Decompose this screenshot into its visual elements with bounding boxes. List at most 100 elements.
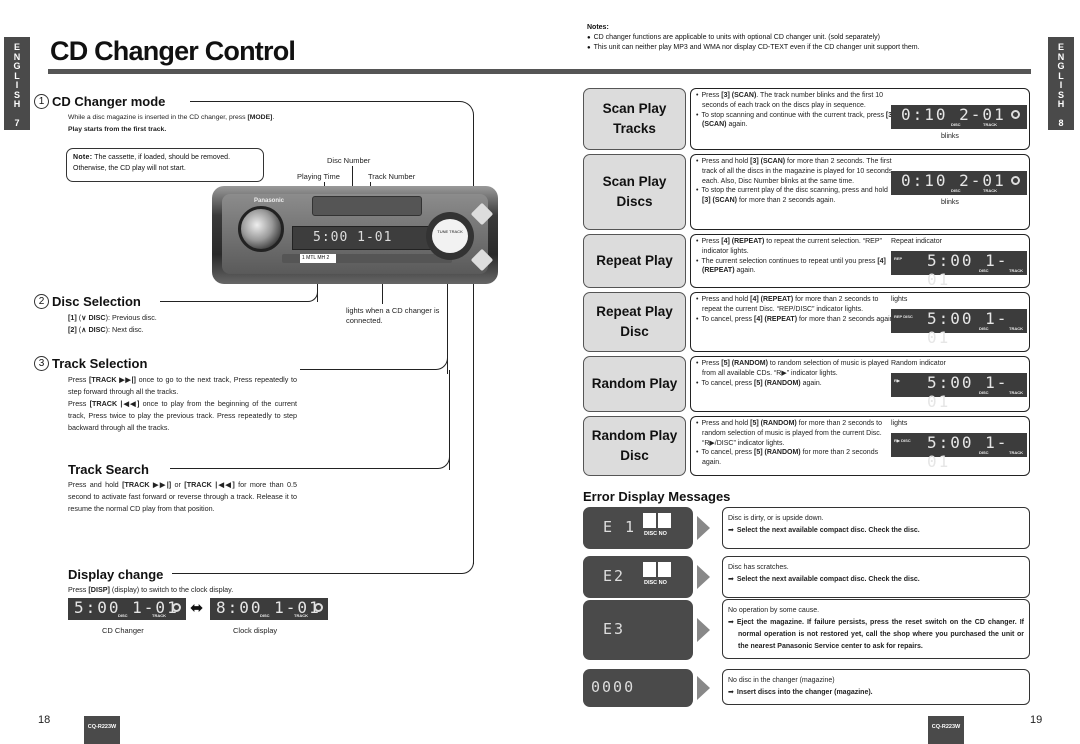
- display-annotation: blinks: [941, 133, 959, 140]
- function-bullets: Press [3] (SCAN). The track number blink…: [696, 91, 896, 130]
- function-lcd: R▶ DISC 5:00 1-01 DISC TRACK: [891, 433, 1027, 471]
- section-heading-track-selection: 3 Track Selection: [34, 356, 147, 371]
- error-description: Disc has scratches. Select the next avai…: [722, 556, 1030, 598]
- error-code: E2: [603, 567, 626, 585]
- arrow-right-icon: [697, 618, 710, 642]
- function-description: Press and hold [4] (REPEAT) for more tha…: [690, 292, 1030, 352]
- function-row: Random Play Press [5] (RANDOM) to random…: [583, 356, 1030, 412]
- error-display: E2 DISC NO: [583, 556, 693, 598]
- function-label: Scan Play Tracks: [583, 88, 686, 150]
- volume-knob: [238, 206, 284, 252]
- function-lcd: R▶ 5:00 1-01 DISC TRACK: [891, 373, 1027, 411]
- clock-display: 8:00 1-01 DISC TRACK: [210, 598, 328, 620]
- error-code: E3: [603, 620, 626, 638]
- section-title: CD Changer mode: [52, 94, 166, 109]
- error-cause: No disc in the changer (magazine): [728, 677, 835, 684]
- error-display: E 1 DISC NO: [583, 507, 693, 549]
- lang-letter: H: [1057, 99, 1065, 109]
- section-number: 1: [34, 94, 49, 109]
- bullet-item: To cancel, press [4] (REPEAT) for more t…: [696, 315, 896, 325]
- page-title: CD Changer Control: [50, 36, 296, 66]
- note-item: This unit can neither play MP3 and WMA n…: [587, 43, 920, 54]
- function-row: Scan Play Tracks Press [3] (SCAN). The t…: [583, 88, 1030, 150]
- disc-digit-box: [643, 513, 656, 528]
- function-bullets: Press and hold [3] (SCAN) for more than …: [696, 157, 896, 206]
- function-label: Scan Play Discs: [583, 154, 686, 230]
- page-number-right: 19: [1030, 714, 1043, 726]
- connector-curve: [172, 550, 474, 574]
- function-bullets: Press and hold [4] (REPEAT) for more tha…: [696, 295, 896, 324]
- disc-digit-box: [643, 562, 656, 577]
- function-bullets: Press [5] (RANDOM) to random selection o…: [696, 359, 896, 388]
- disc-no-label: DISC NO: [644, 531, 667, 537]
- error-action: Insert discs into the changer (magazine)…: [728, 687, 1024, 699]
- function-description: Press [4] (REPEAT) to repeat the current…: [690, 234, 1030, 289]
- disc-digit-box: [658, 562, 671, 577]
- bullet-item: The current selection continues to repea…: [696, 257, 896, 277]
- error-cause: Disc has scratches.: [728, 564, 789, 571]
- cd-icon: [1011, 110, 1020, 119]
- function-lcd: REP 5:00 1-01 DISC TRACK: [891, 251, 1027, 289]
- function-bullets: Press and hold [5] (RANDOM) for more tha…: [696, 419, 896, 468]
- radio-lcd: 5:00 1-01: [292, 226, 432, 250]
- bullet-item: Press [5] (RANDOM) to random selection o…: [696, 359, 896, 379]
- bullet-item: Press and hold [5] (RANDOM) for more tha…: [696, 419, 896, 448]
- cd-icon: [314, 603, 323, 612]
- cassette-note-box: Note: The cassette, if loaded, should be…: [66, 148, 264, 182]
- display-annotation: lights: [891, 420, 908, 427]
- notes: Notes: CD changer functions are applicab…: [587, 23, 920, 54]
- error-action: Eject the magazine. If failure persists,…: [728, 617, 1024, 653]
- arrow-right-icon: [697, 565, 710, 589]
- error-description: No operation by some cause. Eject the ma…: [722, 599, 1030, 659]
- radio-brand: Panasonic: [254, 198, 285, 204]
- function-bullets: Press [4] (REPEAT) to repeat the current…: [696, 237, 896, 276]
- error-description: Disc is dirty, or is upside down. Select…: [722, 507, 1030, 549]
- function-description: Press and hold [3] (SCAN) for more than …: [690, 154, 1030, 230]
- disc-no-label: DISC NO: [644, 580, 667, 586]
- mode-note: Play starts from the first track.: [68, 126, 167, 133]
- language-tab-right: E N G L I S H 8: [1048, 37, 1074, 130]
- chevron-down-icon: ∨: [81, 313, 87, 322]
- error-code: 0000: [591, 678, 636, 696]
- disc-selection-list: [1] (∨ DISC): Previous disc. [2] (∧ DISC…: [68, 312, 157, 336]
- arrow-right-icon: [697, 516, 710, 540]
- function-row: Random Play Disc Press and hold [5] (RAN…: [583, 416, 1030, 476]
- cassette-slot: [312, 196, 422, 216]
- title-divider: [48, 69, 1031, 74]
- cd-icon: [1011, 176, 1020, 185]
- disc-selection-item: [2] (∧ DISC): Next disc.: [68, 325, 144, 334]
- function-lcd: REP DISC 5:00 1-01 DISC TRACK: [891, 309, 1027, 347]
- lang-tab-page: 7: [14, 117, 20, 128]
- playing-time-label: Playing Time: [297, 172, 340, 181]
- lcd-indicator: R▶: [894, 378, 900, 383]
- car-stereo-illustration: Panasonic 5:00 1-01 1 MTL MH 2 TUNE TRAC…: [212, 186, 498, 284]
- pointer-line: [473, 284, 474, 564]
- bullet-item: Press and hold [3] (SCAN) for more than …: [696, 157, 896, 186]
- notes-heading: Notes:: [587, 24, 609, 31]
- preset-strip: 1 MTL MH 2: [282, 254, 452, 263]
- bullet-item: Press and hold [4] (REPEAT) for more tha…: [696, 295, 896, 315]
- preset-1-button: 1 MTL MH 2: [300, 254, 336, 263]
- track-search-text: Press and hold [TRACK ▶▶|] or [TRACK |◀◀…: [68, 480, 297, 513]
- function-lcd: 0:10 2-01 DISC TRACK: [891, 171, 1027, 195]
- section-number: 2: [34, 294, 49, 309]
- function-description: Press [3] (SCAN). The track number blink…: [690, 88, 1030, 150]
- page-number-left: 18: [38, 714, 51, 726]
- lcd-indicator: REP: [894, 256, 903, 261]
- function-row: Repeat Play Disc Press and hold [4] (REP…: [583, 292, 1030, 352]
- bullet-item: To cancel, press [5] (RANDOM) for more t…: [696, 448, 896, 468]
- connector-line: [190, 101, 460, 102]
- language-tab-left: E N G L I S H 7: [4, 37, 30, 130]
- lang-letter: H: [13, 99, 21, 109]
- bullet-item: To cancel, press [5] (RANDOM) again.: [696, 379, 896, 389]
- lcd-indicator: REP DISC: [894, 314, 913, 319]
- bullet-item: To stop the current play of the disc sca…: [696, 186, 896, 206]
- error-description: No disc in the changer (magazine) Insert…: [722, 669, 1030, 705]
- lcd-indicator: R▶ DISC: [894, 438, 911, 443]
- bullet-item: Press [3] (SCAN). The track number blink…: [696, 91, 896, 111]
- cd-icon: [172, 603, 181, 612]
- section-heading-display-change: Display change: [68, 567, 163, 582]
- arrow-right-icon: [697, 676, 710, 700]
- display-annotation: Random indicator: [891, 360, 946, 367]
- connector-curve: [170, 445, 450, 469]
